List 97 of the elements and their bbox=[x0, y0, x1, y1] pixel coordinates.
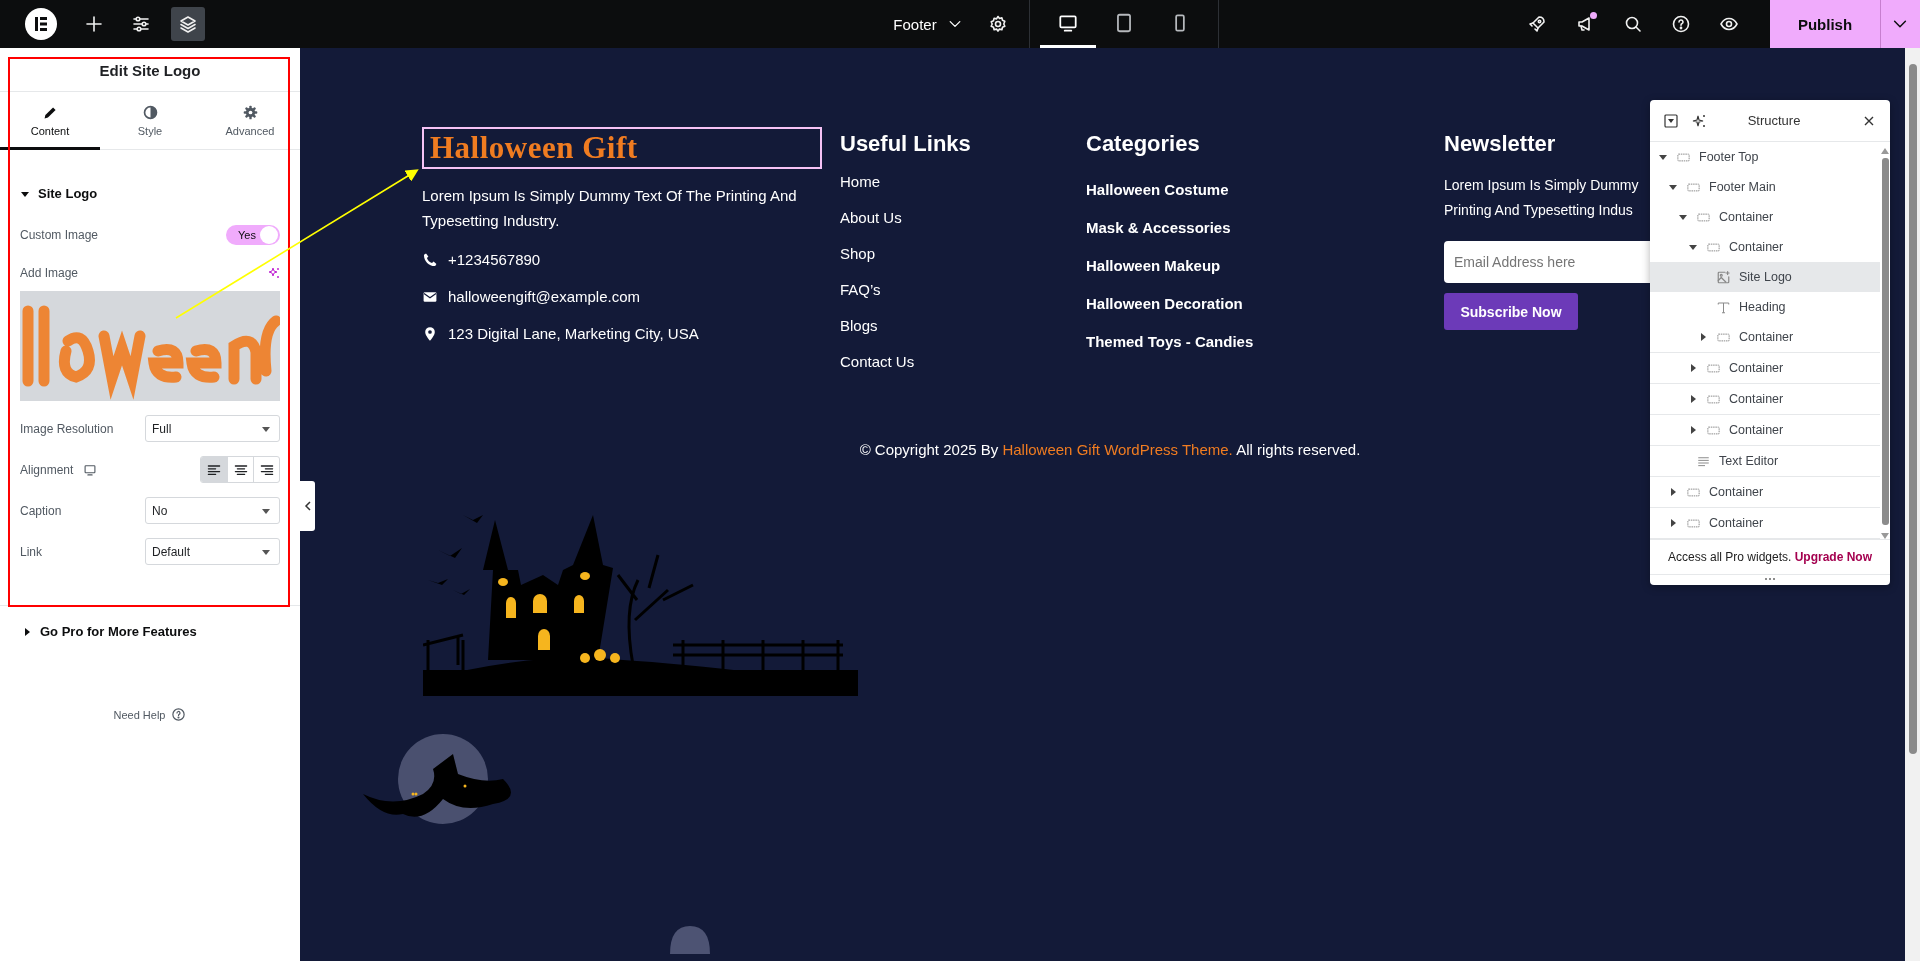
tree-item[interactable]: Heading bbox=[1650, 292, 1880, 322]
resize-handle-icon[interactable] bbox=[1764, 577, 1776, 581]
control-label: Custom Image bbox=[20, 228, 99, 242]
control-label: Add Image bbox=[20, 266, 79, 280]
tree-item[interactable]: Site Logo bbox=[1650, 262, 1880, 292]
image-icon bbox=[1716, 269, 1731, 285]
contact-text: 123 Digital Lane, Marketing City, USA bbox=[448, 325, 699, 342]
structure-button[interactable] bbox=[171, 7, 205, 41]
document-menu[interactable]: Footer bbox=[885, 15, 971, 33]
caret-icon[interactable] bbox=[1688, 394, 1698, 404]
caret-icon[interactable] bbox=[1668, 518, 1678, 528]
panel-tab[interactable]: Content bbox=[0, 92, 100, 150]
contact-text: halloweengift@example.com bbox=[448, 288, 640, 305]
toggle-switch[interactable]: Yes bbox=[226, 225, 280, 245]
newsletter-text: Printing And Typesetting Indus bbox=[1444, 201, 1634, 220]
sparkle-icon bbox=[1692, 113, 1706, 128]
caret-icon[interactable] bbox=[1658, 152, 1668, 162]
phone-icon bbox=[422, 251, 438, 268]
select-field[interactable]: Default bbox=[145, 538, 280, 565]
tree-item[interactable]: Container bbox=[1650, 415, 1880, 446]
panel-tab[interactable]: Advanced bbox=[200, 92, 300, 150]
column-heading: Newsletter bbox=[1444, 131, 1557, 157]
gear-icon bbox=[987, 14, 1008, 34]
rocket-icon bbox=[1527, 14, 1547, 34]
caret-icon[interactable] bbox=[1688, 242, 1698, 252]
publish-button[interactable]: Publish bbox=[1770, 0, 1880, 48]
help-icon bbox=[171, 707, 187, 722]
contact-text: +1234567890 bbox=[448, 251, 541, 268]
scroll-up-icon bbox=[1881, 148, 1889, 154]
select-field[interactable]: No bbox=[145, 497, 280, 524]
select-field[interactable]: Full bbox=[145, 415, 280, 442]
search-icon bbox=[1623, 14, 1643, 34]
footer-link[interactable]: Halloween Makeup bbox=[1086, 257, 1444, 295]
footer-link[interactable]: About Us bbox=[840, 209, 1086, 245]
tree-item[interactable]: Footer Top bbox=[1650, 142, 1880, 172]
tree-item[interactable]: Text Editor bbox=[1650, 446, 1880, 477]
align-left-button[interactable] bbox=[201, 457, 227, 482]
layers-icon bbox=[178, 14, 198, 34]
heading-icon bbox=[1716, 299, 1731, 315]
footer-link[interactable]: FAQ’s bbox=[840, 281, 1086, 317]
control-label: Image Resolution bbox=[20, 421, 114, 436]
contrast-icon bbox=[141, 104, 159, 121]
collapse-panel-button[interactable] bbox=[300, 481, 315, 531]
promo-text: Access all Pro widgets. Upgrade Now bbox=[1650, 539, 1890, 574]
tree-item[interactable]: Container bbox=[1650, 232, 1880, 262]
caret-icon[interactable] bbox=[1688, 363, 1698, 373]
control-label: Link bbox=[20, 544, 42, 559]
footer-link[interactable]: Halloween Costume bbox=[1086, 181, 1444, 219]
newsletter-text: Lorem Ipsum Is Simply Dummy bbox=[1444, 176, 1640, 195]
chevron-left-icon bbox=[303, 501, 312, 511]
gear-icon bbox=[241, 104, 259, 121]
collapse-button[interactable] bbox=[1662, 111, 1680, 130]
about-text: Lorem Ipsum Is Simply Dummy Text Of The Printing And Typesetting Industry. bbox=[422, 186, 798, 231]
tree-item[interactable]: Container bbox=[1650, 477, 1880, 508]
app-logo-icon[interactable] bbox=[24, 7, 58, 41]
upgrade-link[interactable]: Upgrade Now bbox=[1794, 550, 1873, 564]
help-icon bbox=[1671, 14, 1691, 34]
collapse-icon bbox=[1664, 113, 1678, 128]
tree-item[interactable]: Container bbox=[1650, 384, 1880, 415]
close-icon bbox=[1863, 114, 1875, 127]
caret-icon[interactable] bbox=[1668, 182, 1678, 192]
ai-sparkle-icon[interactable] bbox=[268, 267, 280, 279]
scrollbar[interactable] bbox=[1905, 48, 1920, 961]
site-logo[interactable]: Halloween Gift bbox=[422, 127, 822, 169]
map-pin-icon bbox=[422, 325, 438, 342]
footer-link[interactable]: Mask & Accessories bbox=[1086, 219, 1444, 257]
caret-icon[interactable] bbox=[1668, 487, 1678, 497]
section-header[interactable]: Go Pro for More Features bbox=[0, 606, 300, 657]
tree-item[interactable]: Footer Main bbox=[1650, 172, 1880, 202]
help-link[interactable]: Need Help bbox=[113, 707, 187, 722]
theme-link[interactable]: Halloween Gift WordPress Theme. bbox=[1002, 441, 1233, 458]
caret-icon[interactable] bbox=[1698, 332, 1708, 342]
column-heading: Useful Links bbox=[840, 131, 972, 157]
footer-link[interactable]: Shop bbox=[840, 245, 1086, 281]
section-header[interactable]: Site Logo bbox=[20, 186, 98, 201]
footer-link[interactable]: Contact Us bbox=[840, 353, 1086, 389]
control-label: Alignment bbox=[20, 462, 74, 477]
subscribe-button[interactable]: Subscribe Now bbox=[1444, 293, 1578, 330]
desktop-icon bbox=[83, 462, 98, 477]
plus-icon bbox=[84, 14, 104, 34]
tree-item[interactable]: Container bbox=[1650, 508, 1880, 539]
footer-link[interactable]: Themed Toys - Candies bbox=[1086, 333, 1444, 371]
tree-item[interactable]: Container bbox=[1650, 353, 1880, 384]
caret-icon[interactable] bbox=[1678, 212, 1688, 222]
control-label: Caption bbox=[20, 503, 62, 518]
caret-icon[interactable] bbox=[1688, 425, 1698, 435]
panel-title: Structure bbox=[1746, 113, 1802, 128]
footer-link[interactable]: Halloween Decoration bbox=[1086, 295, 1444, 333]
email-field[interactable]: Email Address here bbox=[1444, 241, 1651, 283]
tree-item[interactable]: Container bbox=[1650, 322, 1880, 353]
column-heading: Categories bbox=[1086, 131, 1201, 157]
tree-item[interactable]: Container bbox=[1650, 202, 1880, 232]
sliders-icon bbox=[131, 14, 151, 34]
footer-link[interactable]: Home bbox=[840, 173, 1086, 209]
footer-link[interactable]: Blogs bbox=[840, 317, 1086, 353]
scroll-down-icon bbox=[1881, 533, 1889, 539]
panel-tab[interactable]: Style bbox=[100, 92, 200, 150]
